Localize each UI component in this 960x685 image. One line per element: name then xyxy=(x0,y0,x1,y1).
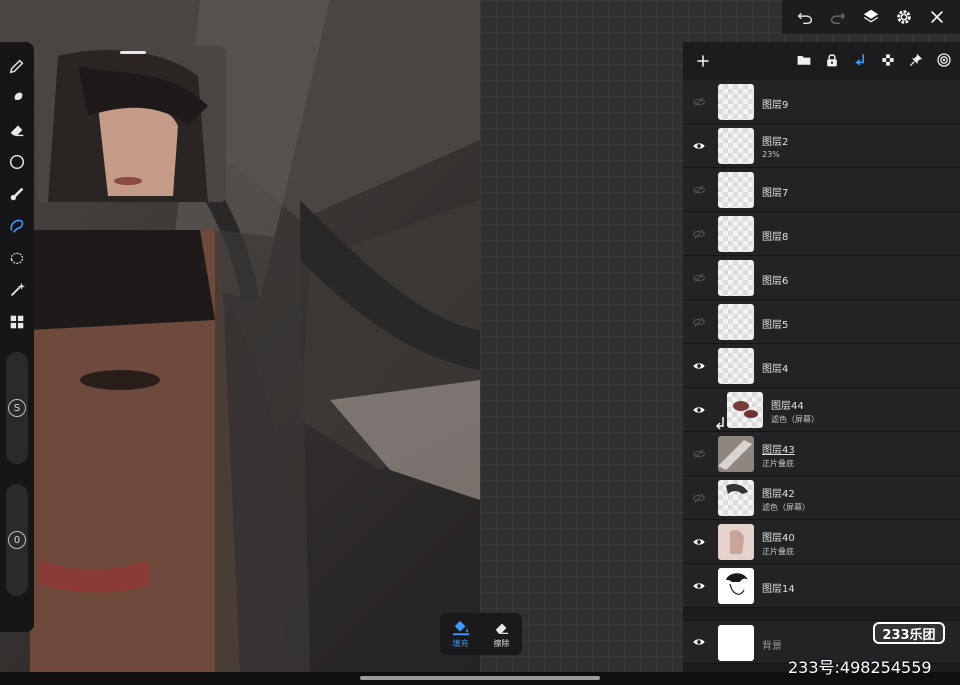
layer-thumbnail xyxy=(718,304,754,340)
reference-window[interactable] xyxy=(38,46,226,202)
eye-visible-icon[interactable] xyxy=(689,356,709,376)
eye-hidden-icon[interactable] xyxy=(689,312,709,332)
layer-row-43[interactable]: 图层43 正片叠底 xyxy=(683,432,960,476)
add-layer-button[interactable] xyxy=(691,49,715,73)
brush-size-slider[interactable]: S xyxy=(6,352,28,464)
layer-row-44[interactable]: 图层44 滤色（屏幕） xyxy=(683,388,960,432)
brush-size-label: S xyxy=(8,399,26,417)
selection-circle-icon[interactable] xyxy=(5,150,29,174)
adjust-icon[interactable] xyxy=(5,182,29,206)
eraser-icon xyxy=(495,623,508,634)
layers-toolbar xyxy=(683,42,960,80)
layer-thumbnail xyxy=(718,568,754,604)
layer-name: 图层9 xyxy=(762,100,789,111)
layers-icon[interactable] xyxy=(860,6,882,28)
transparency-icon[interactable] xyxy=(878,50,898,70)
layer-name: 图层6 xyxy=(762,276,789,287)
watermark-id: 233号:498254559 xyxy=(788,658,932,677)
layer-name: 图层7 xyxy=(762,188,789,199)
layer-name: 图层42 xyxy=(762,489,795,500)
clip-icon[interactable] xyxy=(850,50,870,70)
folder-icon[interactable] xyxy=(794,50,814,70)
layer-thumbnail xyxy=(718,348,754,384)
undo-icon[interactable] xyxy=(794,6,816,28)
lasso-icon[interactable] xyxy=(5,214,29,238)
layer-name: 图层14 xyxy=(762,584,795,595)
layer-thumbnail xyxy=(727,392,763,428)
clipping-arrow-icon xyxy=(716,417,724,430)
layer-blend-mode: 滤色（屏幕） xyxy=(771,415,819,424)
close-icon[interactable] xyxy=(926,6,948,28)
layer-thumbnail xyxy=(718,480,754,516)
top-controls xyxy=(782,0,960,34)
reference-drag-handle[interactable] xyxy=(120,51,146,54)
layer-opacity: 23% xyxy=(762,150,780,159)
layer-row-8[interactable]: 图层8 xyxy=(683,212,960,256)
layer-row-5[interactable]: 图层5 xyxy=(683,300,960,344)
smudge-icon[interactable] xyxy=(5,86,29,110)
layer-row-14[interactable]: 图层14 xyxy=(683,564,960,608)
redo-icon[interactable] xyxy=(827,6,849,28)
layer-row-2[interactable]: 图层2 23% xyxy=(683,124,960,168)
eye-visible-icon[interactable] xyxy=(689,632,709,652)
layer-thumbnail xyxy=(718,172,754,208)
layer-name: 背景 xyxy=(762,641,782,652)
layer-row-6[interactable]: 图层6 xyxy=(683,256,960,300)
layer-row-40[interactable]: 图层40 正片叠底 xyxy=(683,520,960,564)
layer-row-4[interactable]: 图层4 xyxy=(683,344,960,388)
fill-label: 填充 xyxy=(452,638,469,648)
lock-icon[interactable] xyxy=(822,50,842,70)
layer-blend-mode: 滤色（屏幕） xyxy=(762,503,810,512)
layer-name: 图层44 xyxy=(771,401,804,412)
eraser-icon[interactable] xyxy=(5,118,29,142)
eye-hidden-icon[interactable] xyxy=(689,268,709,288)
settings-icon[interactable] xyxy=(893,6,915,28)
watermark-logo: 233乐团 xyxy=(873,622,945,644)
erase-label: 擦除 xyxy=(493,638,510,648)
fill-erase-bar: 填充 擦除 xyxy=(440,613,522,655)
eye-hidden-icon[interactable] xyxy=(689,488,709,508)
layer-thumbnail xyxy=(718,436,754,472)
eye-hidden-icon[interactable] xyxy=(689,92,709,112)
gallery-icon[interactable] xyxy=(5,310,29,334)
paint-bucket-icon xyxy=(452,620,469,635)
layer-row-42[interactable]: 图层42 滤色（屏幕） xyxy=(683,476,960,520)
fill-button[interactable]: 填充 xyxy=(440,613,481,655)
layer-row-7[interactable]: 图层7 xyxy=(683,168,960,212)
layer-thumbnail xyxy=(718,625,754,661)
brush-icon[interactable] xyxy=(5,54,29,78)
layer-thumbnail xyxy=(718,524,754,560)
pin-icon[interactable] xyxy=(906,50,926,70)
layer-thumbnail xyxy=(718,128,754,164)
layer-blend-mode: 正片叠底 xyxy=(762,459,794,468)
layer-name: 图层43 xyxy=(762,445,795,456)
home-indicator[interactable] xyxy=(360,676,600,680)
eye-hidden-icon[interactable] xyxy=(689,444,709,464)
eye-hidden-icon[interactable] xyxy=(689,180,709,200)
eye-visible-icon[interactable] xyxy=(689,576,709,596)
layer-thumbnail xyxy=(718,260,754,296)
layer-thumbnail xyxy=(718,216,754,252)
layer-name: 图层4 xyxy=(762,364,789,375)
select-area-icon[interactable] xyxy=(5,246,29,270)
tool-sidebar: S 0 xyxy=(0,42,34,632)
layer-name: 图层2 xyxy=(762,137,789,148)
layer-thumbnail xyxy=(718,84,754,120)
eye-visible-icon[interactable] xyxy=(689,400,709,420)
eye-visible-icon[interactable] xyxy=(689,136,709,156)
target-icon[interactable] xyxy=(934,50,954,70)
eye-visible-icon[interactable] xyxy=(689,532,709,552)
reference-image xyxy=(38,46,226,202)
erase-button[interactable]: 擦除 xyxy=(481,613,522,655)
layer-row-9[interactable]: 图层9 xyxy=(683,80,960,124)
layer-blend-mode: 正片叠底 xyxy=(762,547,794,556)
layer-name: 图层5 xyxy=(762,320,789,331)
layer-name: 图层40 xyxy=(762,533,795,544)
eye-hidden-icon[interactable] xyxy=(689,224,709,244)
opacity-slider[interactable]: 0 xyxy=(6,484,28,596)
layer-name: 图层8 xyxy=(762,232,789,243)
layers-panel: 图层9 图层2 23% 图层7 图层8 图层6 图层5 图层4 图层44 滤色（… xyxy=(683,42,960,672)
magic-wand-icon[interactable] xyxy=(5,278,29,302)
opacity-label: 0 xyxy=(8,531,26,549)
